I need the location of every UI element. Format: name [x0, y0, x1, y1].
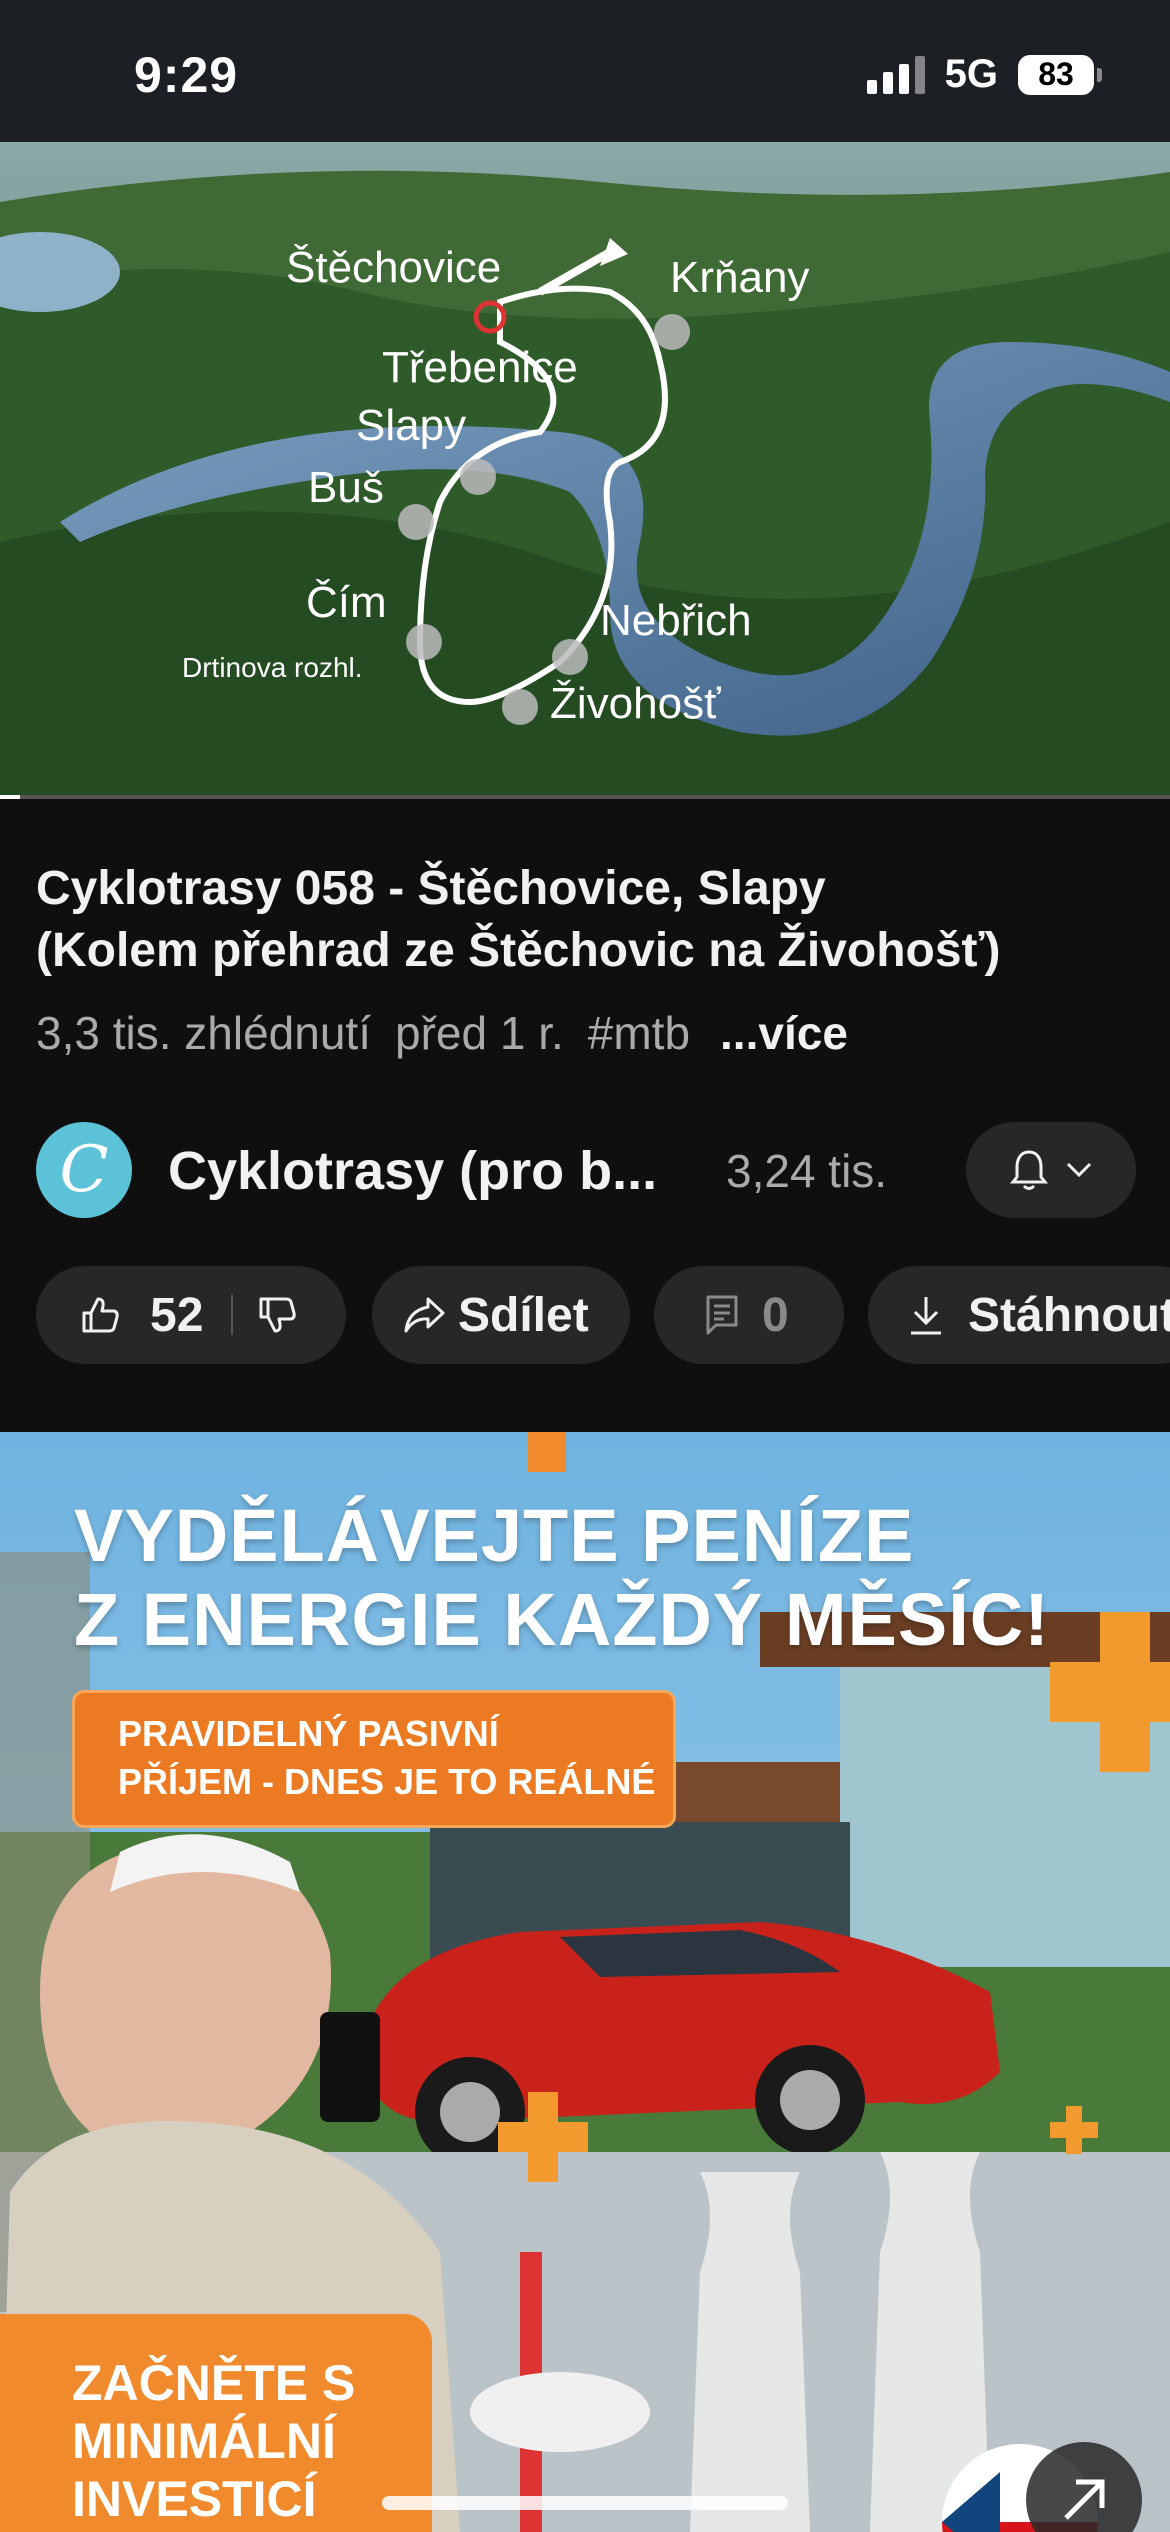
video-info: Cyklotrasy 058 - Štěchovice, Slapy (Kole…	[0, 800, 1170, 1385]
bell-icon	[1009, 1150, 1049, 1190]
ad-headline: VYDĚLÁVEJTE PENÍZE Z ENERGIE KAŽDÝ MĚSÍC…	[74, 1494, 1050, 1662]
channel-row[interactable]: C Cyklotrasy (pro b... 3,24 tis.	[36, 1122, 1136, 1218]
thumbs-up-icon[interactable]	[78, 1293, 122, 1337]
map-label: Živohošť	[550, 679, 721, 728]
battery-icon: 83	[1018, 54, 1102, 95]
ad-headline-line: Z ENERGIE KAŽDÝ MĚSÍC!	[74, 1578, 1050, 1661]
map-label: Buš	[308, 463, 384, 512]
comments-button[interactable]: 0	[654, 1266, 844, 1364]
divider	[231, 1295, 234, 1335]
ad-callout-line: PRAVIDELNÝ PASIVNÍ	[118, 1713, 499, 1754]
video-title-line: (Kolem přehrad ze Štěchovic na Živohošť)	[36, 924, 1001, 977]
notification-button[interactable]	[966, 1122, 1136, 1218]
ad-cta-line: MINIMÁLNÍ	[72, 2413, 336, 2469]
ad-callout-line: PŘÍJEM - DNES JE TO REÁLNÉ	[118, 1761, 656, 1802]
video-progress-bar[interactable]	[0, 795, 1170, 799]
status-bar: 9:29 5G 83	[0, 0, 1170, 142]
map-label: Nebřich	[600, 596, 752, 645]
ad-cta-text: ZAČNĚTE S MINIMÁLNÍ INVESTICÍ	[72, 2354, 355, 2528]
more-link[interactable]: ...více	[720, 1007, 848, 1059]
video-frame: Štěchovice Krňany Třebenice Slapy Buš Čí…	[0, 142, 1170, 797]
signal-icon	[866, 55, 925, 94]
like-count: 52	[150, 1288, 204, 1342]
video-title-line: Cyklotrasy 058 - Štěchovice, Slapy	[36, 862, 826, 915]
external-link-icon	[1064, 2479, 1105, 2520]
ad-callout-text: PRAVIDELNÝ PASIVNÍ PŘÍJEM - DNES JE TO R…	[118, 1710, 655, 1806]
map-label: Čím	[306, 577, 387, 627]
view-count: 3,3 tis. zhlédnutí	[36, 1007, 371, 1059]
thumbs-down-icon[interactable]	[255, 1293, 299, 1337]
ad-headline-line: VYDĚLÁVEJTE PENÍZE	[74, 1494, 915, 1577]
map-label: Drtinova rozhl.	[182, 652, 363, 683]
video-player[interactable]: Štěchovice Krňany Třebenice Slapy Buš Čí…	[0, 142, 1170, 797]
download-button[interactable]: Stáhnout	[868, 1266, 1170, 1364]
action-bar: 52 Sdílet 0 Stáhnout	[36, 1266, 1170, 1364]
download-icon	[911, 1297, 941, 1335]
ad-cta-line: INVESTICÍ	[72, 2471, 317, 2527]
network-type: 5G	[944, 52, 998, 96]
video-title[interactable]: Cyklotrasy 058 - Štěchovice, Slapy (Kole…	[36, 858, 1136, 982]
like-dislike-button[interactable]: 52	[36, 1266, 346, 1364]
map-label: Slapy	[356, 401, 466, 450]
video-meta[interactable]: 3,3 tis. zhlédnutí před 1 r. #mtb ...více	[36, 1006, 872, 1060]
share-icon	[404, 1297, 445, 1333]
external-link-button[interactable]	[1026, 2442, 1142, 2532]
chevron-down-icon	[1066, 1162, 1092, 1178]
upload-age: před 1 r.	[394, 1007, 564, 1059]
channel-name[interactable]: Cyklotrasy (pro b...	[168, 1140, 657, 1202]
home-indicator[interactable]	[382, 2496, 788, 2510]
hashtag[interactable]: #mtb	[588, 1007, 690, 1059]
avatar[interactable]: C	[36, 1122, 132, 1218]
map-label: Štěchovice	[286, 242, 501, 292]
subscriber-count: 3,24 tis.	[726, 1145, 888, 1197]
download-label: Stáhnout	[968, 1288, 1170, 1342]
battery-level: 83	[1038, 56, 1074, 92]
ad-cta-line: ZAČNĚTE S	[72, 2355, 356, 2411]
share-label: Sdílet	[458, 1288, 589, 1342]
share-button[interactable]: Sdílet	[372, 1266, 630, 1364]
comment-count: 0	[762, 1288, 789, 1342]
ad-banner[interactable]: VYDĚLÁVEJTE PENÍZE Z ENERGIE KAŽDÝ MĚSÍC…	[0, 1432, 1170, 2532]
status-time: 9:29	[134, 47, 239, 103]
map-label: Třebenice	[382, 343, 578, 392]
status-indicators: 5G 83	[866, 52, 1102, 97]
map-label: Krňany	[670, 253, 809, 302]
comment-icon	[706, 1295, 738, 1335]
